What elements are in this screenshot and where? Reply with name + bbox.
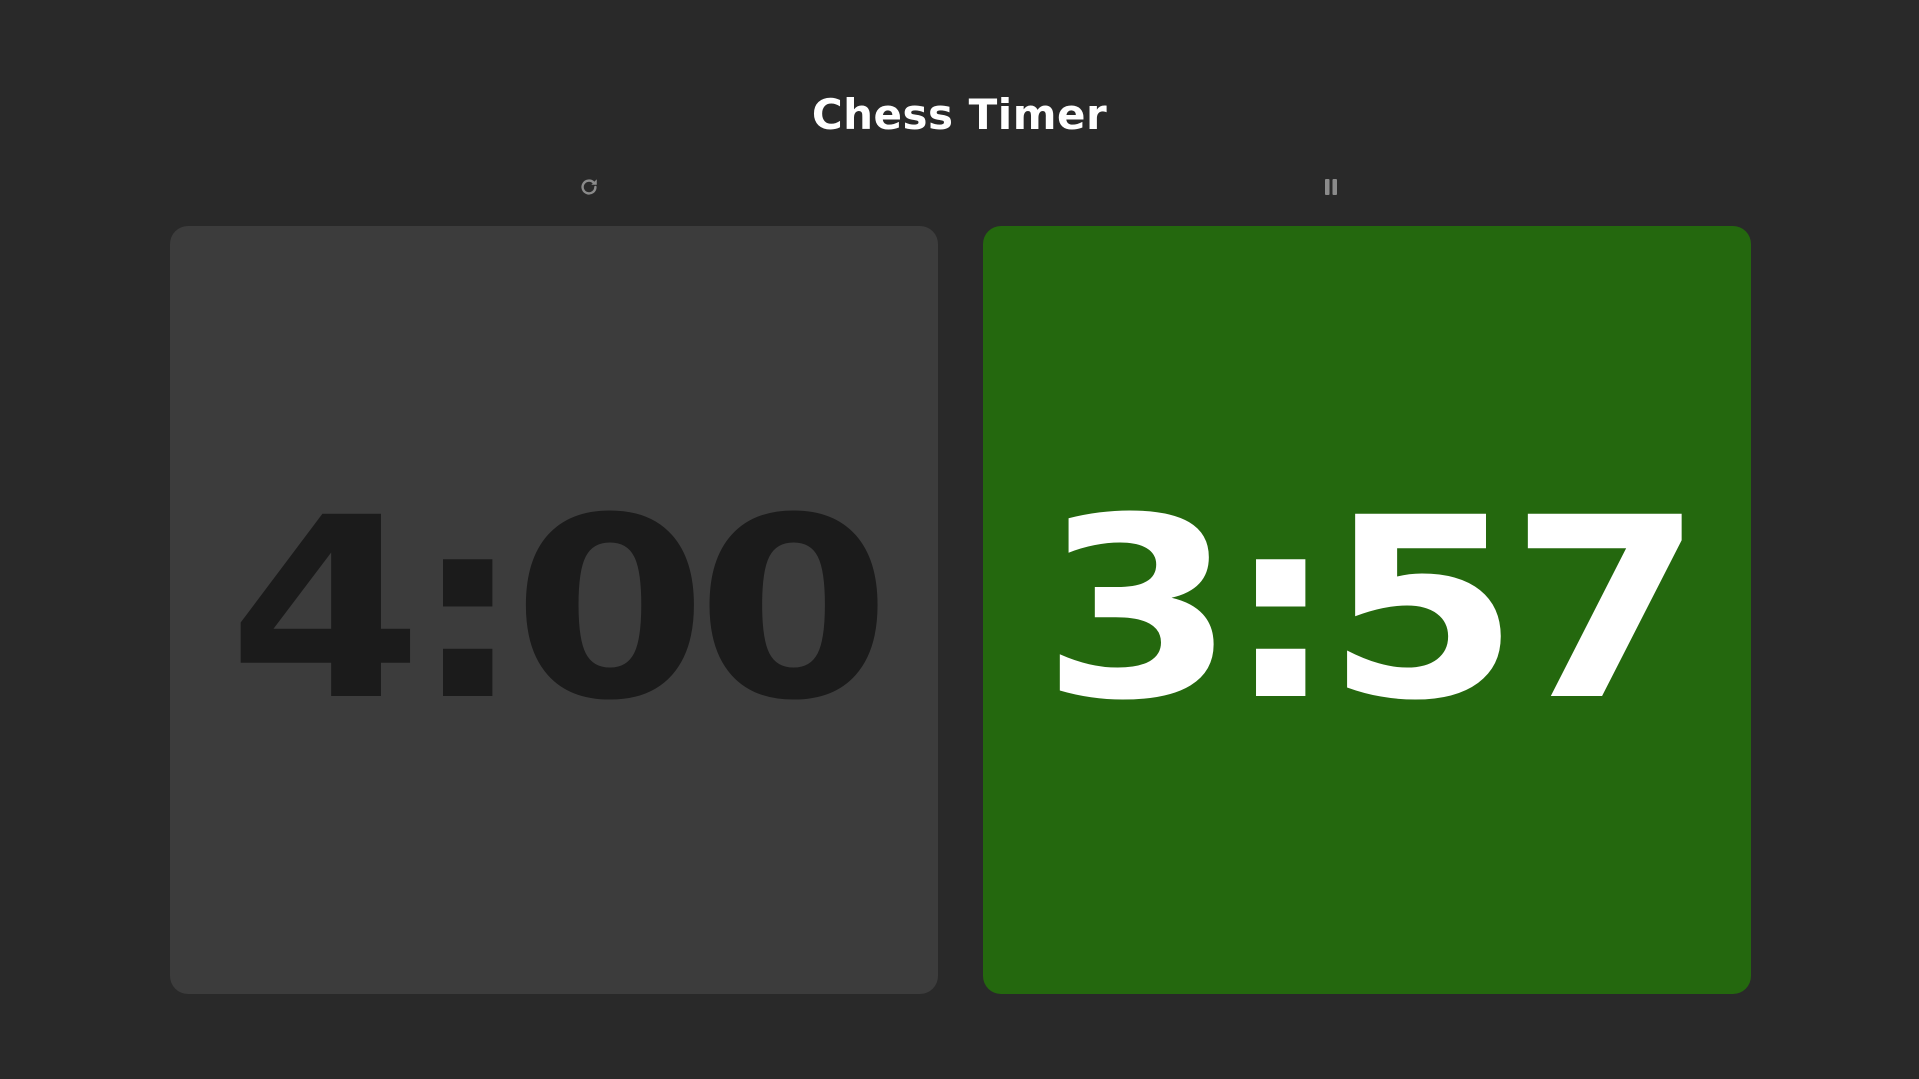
pause-button[interactable] <box>1316 172 1346 202</box>
player-two-clock[interactable]: 3:57 <box>983 226 1751 994</box>
pause-icon <box>1323 178 1339 196</box>
player-two-time: 3:57 <box>1041 464 1704 755</box>
chess-timer-page: Chess Timer 4:00 3:57 <box>0 0 1919 1079</box>
reset-button[interactable] <box>574 172 604 202</box>
page-title: Chess Timer <box>811 90 1108 139</box>
player-one-time: 4:00 <box>228 464 891 755</box>
player-one-clock[interactable]: 4:00 <box>170 226 938 994</box>
refresh-icon <box>578 176 600 198</box>
